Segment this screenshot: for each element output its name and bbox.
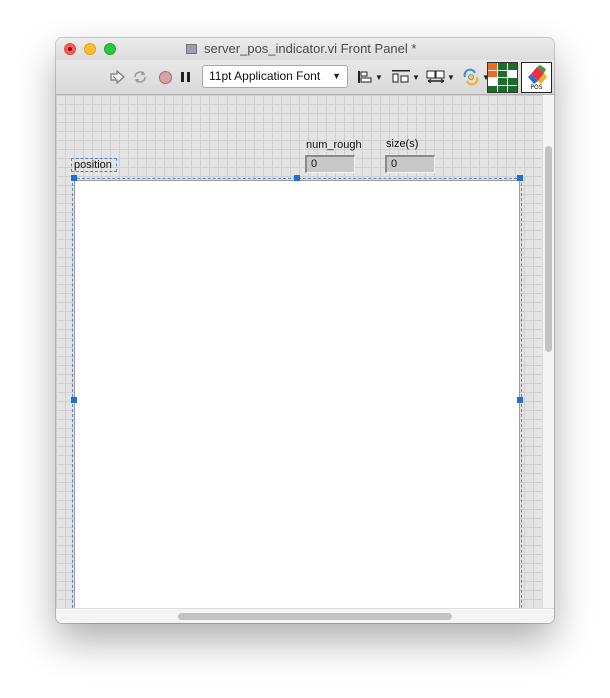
font-selector[interactable]: 11pt Application Font ▼ — [202, 65, 348, 88]
close-button[interactable] — [64, 43, 76, 55]
horizontal-scrollbar-thumb[interactable] — [178, 613, 452, 620]
font-selector-value: 11pt Application Font — [209, 69, 321, 83]
abort-icon — [158, 70, 172, 84]
chevron-down-icon: ▼ — [447, 72, 455, 82]
minimize-button[interactable] — [84, 43, 96, 55]
window-title: server_pos_indicator.vi Front Panel * — [204, 41, 417, 56]
pause-button[interactable] — [178, 69, 192, 85]
resize-handle-left[interactable] — [71, 397, 77, 403]
size-indicator[interactable]: 0 — [385, 155, 435, 173]
vi-icon-label: POS — [530, 84, 543, 91]
title-bar[interactable]: server_pos_indicator.vi Front Panel * — [56, 38, 554, 60]
vertical-scrollbar-thumb[interactable] — [545, 146, 552, 352]
resize-handle-top-right[interactable] — [517, 175, 523, 181]
distribute-objects-icon — [392, 70, 410, 83]
distribute-objects-button[interactable]: ▼ — [391, 68, 420, 86]
resize-handle-right[interactable] — [517, 397, 523, 403]
resize-objects-button[interactable]: ▼ — [426, 68, 455, 86]
resize-handle-top-left[interactable] — [71, 175, 77, 181]
toolbar: 11pt Application Font ▼ ▼ ▼ ▼ ▼ POS — [56, 60, 554, 95]
size-label[interactable]: size(s) — [386, 138, 418, 150]
chevron-down-icon: ▼ — [412, 72, 420, 82]
reorder-button[interactable]: ▼ — [461, 68, 490, 86]
align-objects-button[interactable]: ▼ — [356, 68, 383, 86]
resize-handle-top[interactable] — [294, 175, 300, 181]
run-continuously-icon[interactable] — [131, 68, 149, 86]
num-rough-indicator[interactable]: 0 — [305, 155, 355, 173]
zoom-button[interactable] — [104, 43, 116, 55]
run-arrow-icon[interactable] — [109, 68, 127, 86]
resize-objects-icon — [426, 70, 445, 84]
pause-icon — [180, 72, 184, 82]
align-objects-icon — [358, 71, 372, 83]
graph-label[interactable]: position — [71, 158, 117, 172]
front-panel-window: server_pos_indicator.vi Front Panel * 11… — [56, 38, 554, 623]
document-icon — [186, 44, 197, 54]
num-rough-label[interactable]: num_rough — [306, 139, 362, 151]
chevron-down-icon: ▼ — [375, 72, 383, 82]
front-panel-canvas[interactable]: position num_rough 0 size(s) 0 — [56, 95, 542, 623]
abort-execution-button[interactable] — [157, 69, 173, 85]
chevron-down-icon: ▼ — [332, 71, 341, 81]
connector-pane-icon[interactable] — [487, 62, 518, 93]
close-dot-icon — [68, 47, 72, 51]
pause-icon-bar — [186, 72, 190, 82]
xy-graph-plot-area[interactable] — [74, 180, 520, 623]
reorder-icon — [463, 68, 479, 86]
vi-icon[interactable]: POS — [521, 62, 552, 93]
